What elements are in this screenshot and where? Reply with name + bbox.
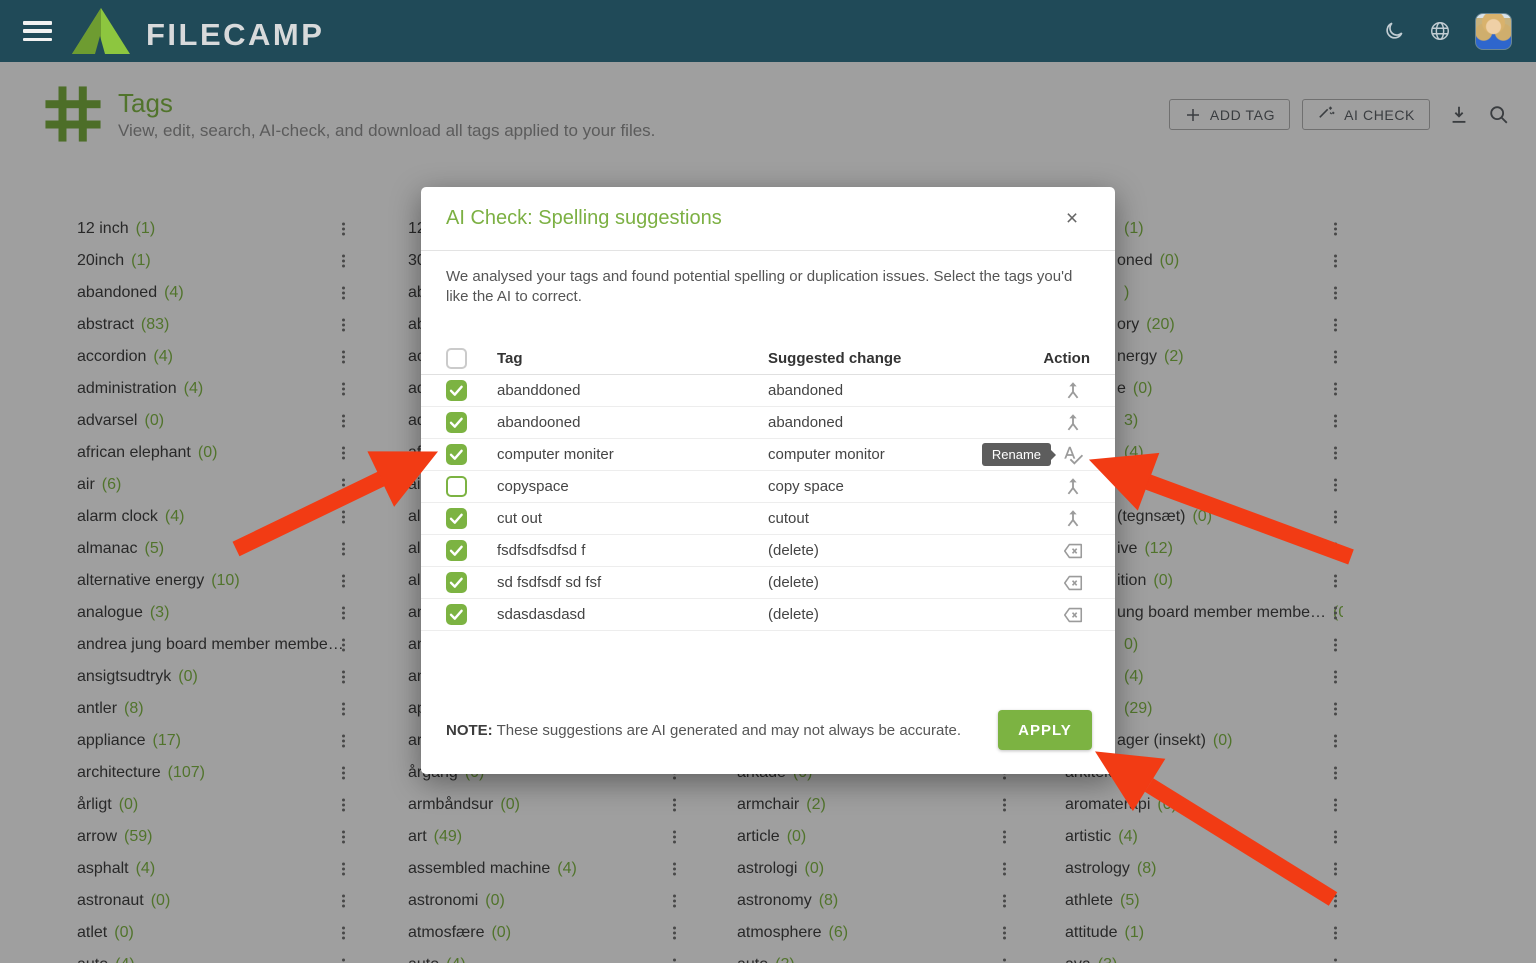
column-header-tag: Tag [497,350,768,367]
column-header-action: Action [1040,350,1090,367]
delete-icon[interactable] [1062,572,1084,594]
suggestion-tag: abandooned [497,414,768,431]
modal-note: NOTE: These suggestions are AI generated… [446,722,961,739]
merge-icon[interactable] [1062,508,1084,530]
suggestion-row: abandoonedabandoned [421,407,1115,439]
suggestion-tag: sdasdasdasd [497,606,768,623]
checkbox-checked[interactable] [446,380,467,401]
checkbox-checked[interactable] [446,508,467,529]
column-header-suggested: Suggested change [768,350,1040,367]
suggestion-change: (delete) [768,606,1040,623]
modal-intro-text: We analysed your tags and found potentia… [446,267,1088,307]
suggestion-change: cutout [768,510,1040,527]
suggestion-change: abandoned [768,414,1040,431]
apply-button[interactable]: APPLY [998,710,1092,750]
suggestion-tag: sd fsdfsdf sd fsf [497,574,768,591]
suggestion-tag: copyspace [497,478,768,495]
close-icon[interactable]: × [1059,206,1085,232]
suggestion-change: (delete) [768,542,1040,559]
suggestion-row: abanddonedabandoned [421,375,1115,407]
suggestion-row: cut outcutout [421,503,1115,535]
suggestion-row: computer monitercomputer monitor Rename [421,439,1115,471]
brand-name: FILECAMP [146,17,324,53]
suggestion-tag: abanddoned [497,382,768,399]
checkbox-checked[interactable] [446,412,467,433]
checkbox-unchecked[interactable] [446,476,467,497]
suggestion-change: copy space [768,478,1040,495]
user-avatar[interactable] [1475,13,1512,50]
suggestion-change: abandoned [768,382,1040,399]
ai-check-modal: AI Check: Spelling suggestions × We anal… [421,187,1115,774]
filecamp-tent-icon [72,8,130,59]
checkbox-checked[interactable] [446,572,467,593]
suggestions-table-header: Tag Suggested change Action [421,343,1115,375]
checkbox-checked[interactable] [446,604,467,625]
language-globe-icon[interactable] [1429,20,1451,42]
suggestion-row: fsdfsdfsdfsd f(delete) [421,535,1115,567]
hamburger-menu-icon[interactable] [23,21,52,41]
suggestion-tag: fsdfsdfsdfsd f [497,542,768,559]
rename-icon[interactable] [1062,444,1084,466]
suggestion-tag: computer moniter [497,446,768,463]
merge-icon[interactable] [1062,476,1084,498]
merge-icon[interactable] [1062,380,1084,402]
delete-icon[interactable] [1062,604,1084,626]
suggestion-change: (delete) [768,574,1040,591]
filecamp-logo[interactable]: FILECAMP [72,8,324,59]
checkbox-checked[interactable] [446,540,467,561]
merge-icon[interactable] [1062,412,1084,434]
suggestion-row: sd fsdfsdf sd fsf(delete) [421,567,1115,599]
top-navigation-bar: FILECAMP [0,0,1536,62]
checkbox-checked[interactable] [446,444,467,465]
delete-icon[interactable] [1062,540,1084,562]
rename-tooltip: Rename [982,443,1051,466]
suggestions-table-body: abanddonedabandoned abandoonedabandoned … [421,375,1115,631]
suggestion-row: sdasdasdasd(delete) [421,599,1115,631]
select-all-checkbox[interactable] [446,348,467,369]
suggestion-row: copyspacecopy space [421,471,1115,503]
suggestion-tag: cut out [497,510,768,527]
dark-mode-moon-icon[interactable] [1383,20,1405,42]
modal-title: AI Check: Spelling suggestions [446,207,722,230]
